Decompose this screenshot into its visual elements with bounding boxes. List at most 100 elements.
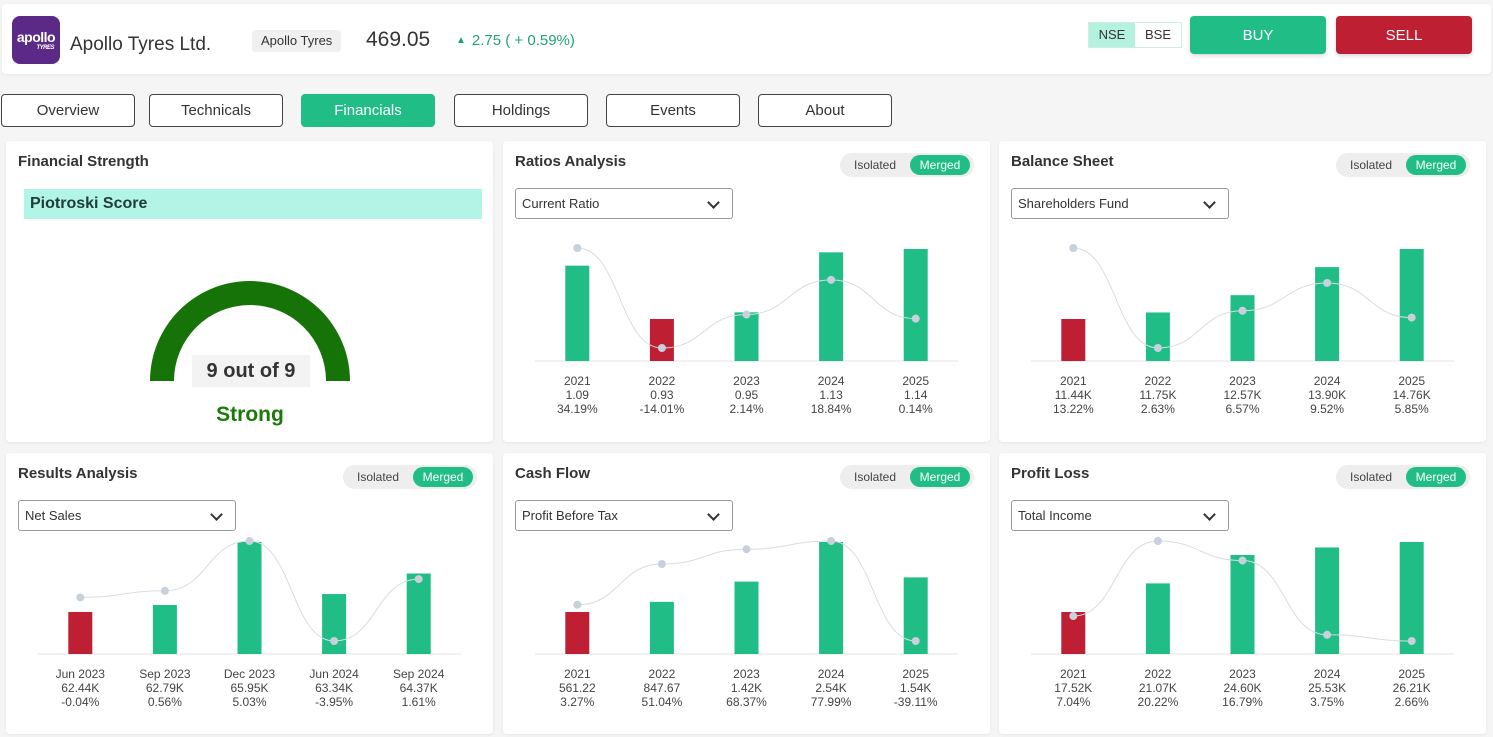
x-tick-label: 2021 — [1060, 374, 1087, 388]
change-point — [573, 244, 582, 252]
chart-bar — [819, 252, 844, 361]
change-point — [911, 637, 920, 645]
bar-change-label: 77.99% — [811, 695, 852, 709]
change-point — [245, 537, 254, 545]
change-point — [742, 310, 751, 319]
change-point — [414, 575, 423, 584]
exchange-toggle: NSE BSE — [1088, 22, 1182, 48]
chart-bar — [1061, 319, 1086, 361]
financial-strength-title: Financial Strength — [18, 153, 149, 170]
chart-bar — [649, 601, 674, 654]
change-point — [827, 275, 836, 284]
x-tick-label: Jun 2024 — [309, 667, 359, 681]
bar-value-label: 1.13 — [819, 388, 843, 402]
logo-text: apollo — [16, 28, 56, 45]
stock-price: 469.05 — [366, 28, 431, 51]
bar-value-label: 64.37K — [400, 681, 438, 695]
bar-value-label: 13.90K — [1308, 388, 1346, 402]
sell-button[interactable]: SELL — [1336, 16, 1472, 54]
x-tick-label: 2023 — [1229, 667, 1256, 681]
bar-change-label: 2.14% — [729, 402, 763, 416]
x-tick-label: 2025 — [902, 374, 929, 388]
balance-sheet-card: Balance Sheet Isolated Merged Shareholde… — [999, 141, 1486, 442]
company-name: Apollo Tyres Ltd. — [70, 34, 212, 55]
results-analysis-card: Results Analysis Isolated Merged Net Sal… — [6, 453, 493, 734]
x-tick-label: 2022 — [1145, 667, 1172, 681]
bar-value-label: 11.44K — [1055, 388, 1092, 402]
change-point — [330, 637, 339, 645]
bar-value-label: 62.79K — [146, 681, 184, 695]
price-change: ▲ 2.75 ( + 0.59%) — [456, 32, 575, 49]
bar-value-label: 0.95 — [735, 388, 759, 402]
x-tick-label: Sep 2024 — [393, 667, 445, 681]
bar-change-label: 2.63% — [1141, 402, 1175, 416]
change-point — [1153, 537, 1162, 545]
tab-overview[interactable]: Overview — [1, 94, 135, 127]
exchange-nse[interactable]: NSE — [1089, 23, 1135, 47]
change-point — [1069, 244, 1078, 252]
bar-change-label: 3.75% — [1310, 695, 1344, 709]
tab-financials[interactable]: Financials — [301, 94, 435, 127]
ratios-analysis-card: Ratios Analysis Isolated Merged Current … — [503, 141, 990, 442]
bar-value-label: 65.95K — [230, 681, 268, 695]
bar-change-label: 0.14% — [899, 402, 933, 416]
bar-value-label: 14.76K — [1393, 388, 1431, 402]
buy-button[interactable]: BUY — [1190, 16, 1326, 54]
x-tick-label: 2022 — [1145, 374, 1172, 388]
x-tick-label: Jun 2023 — [56, 667, 106, 681]
bar-change-label: 13.22% — [1053, 402, 1094, 416]
ticker-badge: Apollo Tyres — [252, 30, 342, 52]
bar-value-label: 2.54K — [815, 681, 846, 695]
bar-change-label: 0.56% — [148, 695, 182, 709]
tab-about[interactable]: About — [758, 94, 892, 127]
change-point — [742, 545, 751, 554]
bar-change-label: 7.04% — [1056, 695, 1090, 709]
bar-change-label: 34.19% — [557, 402, 598, 416]
tab-events[interactable]: Events — [606, 94, 740, 127]
chart-bar — [819, 542, 844, 654]
bar-value-label: 11.75K — [1139, 388, 1176, 402]
change-point — [1407, 313, 1416, 322]
x-tick-label: 2025 — [1398, 374, 1425, 388]
chart-bar — [1145, 312, 1170, 361]
x-tick-label: 2025 — [1398, 667, 1425, 681]
bar-change-label: 5.85% — [1395, 402, 1429, 416]
tab-holdings[interactable]: Holdings — [454, 94, 588, 127]
profit-loss-card: Profit Loss Isolated Merged Total Income… — [999, 453, 1486, 734]
bar-value-label: 1.14 — [904, 388, 928, 402]
bar-change-label: 3.27% — [560, 695, 594, 709]
chart-bar — [68, 612, 93, 654]
tab-technicals[interactable]: Technicals — [149, 94, 283, 127]
stock-header: apollo TYRES Apollo Tyres Ltd. Apollo Ty… — [2, 4, 1491, 74]
chart-bar — [1399, 249, 1424, 361]
x-tick-label: 2023 — [733, 374, 760, 388]
bar-change-label: -14.01% — [640, 402, 685, 416]
financial-strength-card: Financial Strength Piotroski Score 9 out… — [6, 141, 493, 442]
chart-bar — [1230, 554, 1255, 654]
chart-bar — [565, 265, 590, 361]
profitloss-chart: 202117.52K7.04% 202221.07K20.22% 202324.60… — [1031, 537, 1454, 709]
change-point — [1238, 306, 1247, 315]
bar-change-label: -3.95% — [315, 695, 353, 709]
bar-change-label: 1.61% — [402, 695, 436, 709]
bar-change-label: 6.57% — [1225, 402, 1259, 416]
bar-change-label: 18.84% — [811, 402, 852, 416]
x-tick-label: 2024 — [1314, 374, 1341, 388]
change-point — [1407, 637, 1416, 645]
balance-chart: 202111.44K13.22% 202211.75K2.63% 202312.57… — [1031, 244, 1454, 416]
chart-bar — [237, 542, 262, 654]
exchange-bse[interactable]: BSE — [1135, 23, 1181, 47]
strength-rating: Strong — [216, 403, 284, 426]
bar-change-label: 68.37% — [726, 695, 767, 709]
chart-bar — [1145, 583, 1170, 654]
change-point — [657, 560, 666, 569]
bar-value-label: 21.07K — [1139, 681, 1177, 695]
logo-subtext: TYRES — [36, 44, 54, 51]
bar-value-label: 24.60K — [1223, 681, 1261, 695]
price-change-value: 2.75 ( + 0.59%) — [471, 32, 575, 49]
bar-change-label: 16.79% — [1222, 695, 1263, 709]
ratios-chart: 20211.0934.19% 20220.93-14.01% 20230.952.1… — [535, 244, 958, 416]
results-chart: Jun 202362.44K-0.04% Sep 202362.79K0.56% D… — [38, 537, 461, 709]
bar-value-label: 0.93 — [650, 388, 674, 402]
change-point — [657, 344, 666, 352]
